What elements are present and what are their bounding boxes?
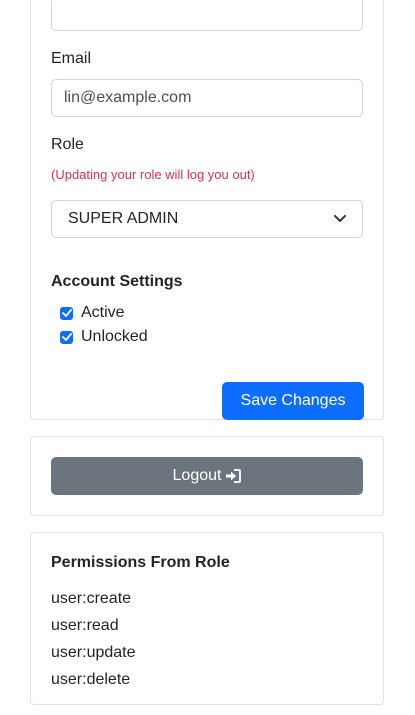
permission-item: user:read	[51, 617, 119, 634]
logout-card: Logout	[30, 436, 384, 516]
sign-in-icon	[225, 469, 242, 483]
email-field[interactable]	[51, 79, 363, 117]
permissions-card: Permissions From Role user:create user:r…	[30, 532, 384, 705]
role-label: Role	[51, 136, 84, 153]
role-select-value: SUPER ADMIN	[68, 210, 179, 227]
active-checkbox-row[interactable]: Active	[60, 304, 125, 322]
active-checkbox-label: Active	[81, 304, 125, 321]
permission-item: user:create	[51, 590, 132, 607]
profile-card: Email Role (Updating your role will log …	[30, 0, 384, 420]
chevron-down-icon	[334, 213, 346, 225]
unlocked-checkbox[interactable]	[60, 330, 73, 344]
active-checkbox[interactable]	[60, 306, 73, 320]
previous-field-input[interactable]	[51, 1, 363, 31]
permission-item: user:delete	[51, 671, 131, 688]
unlocked-checkbox-row[interactable]: Unlocked	[60, 328, 148, 346]
checkmark-icon	[61, 333, 72, 341]
save-changes-button[interactable]: Save Changes	[222, 382, 364, 420]
role-warning-text: (Updating your role will log you out)	[51, 167, 255, 182]
permissions-heading: Permissions From Role	[51, 554, 230, 571]
email-label: Email	[51, 50, 92, 67]
account-settings-heading: Account Settings	[51, 273, 183, 290]
checkmark-icon	[61, 309, 72, 317]
logout-label: Logout	[172, 467, 222, 484]
permissions-list: user:create user:read user:update user:d…	[51, 585, 136, 693]
role-select[interactable]: SUPER ADMIN	[51, 200, 363, 238]
logout-button[interactable]: Logout	[51, 457, 363, 495]
unlocked-checkbox-label: Unlocked	[81, 328, 148, 345]
permission-item: user:update	[51, 644, 136, 661]
